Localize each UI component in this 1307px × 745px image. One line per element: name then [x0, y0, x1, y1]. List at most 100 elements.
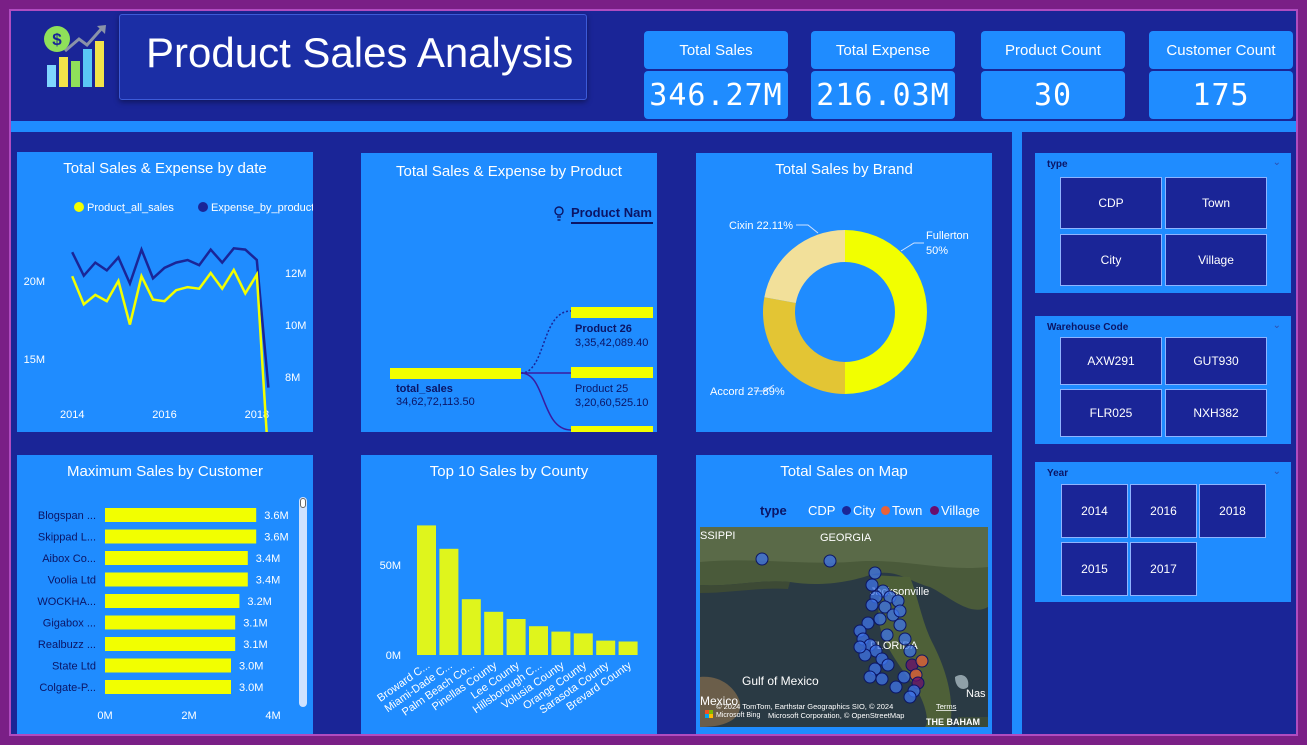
page-title: Product Sales Analysis — [146, 29, 574, 76]
decomposition-tree: Product Nam total_sales 34,62,72,113.50 … — [390, 205, 653, 432]
map-label-gulf: Gulf of Mexico — [742, 674, 819, 688]
bar — [417, 525, 436, 655]
card-top-county[interactable]: Top 10 Sales by County 0M 50M Broward C...… — [361, 455, 657, 734]
slicer-tile[interactable]: 2015 — [1061, 542, 1128, 596]
bar — [105, 680, 231, 694]
map-terms-link: Terms — [936, 702, 957, 711]
bar — [105, 508, 257, 522]
slicer-divider — [1012, 132, 1022, 734]
bar — [506, 619, 526, 655]
lightbulb-icon — [554, 206, 564, 221]
bar — [484, 611, 504, 655]
donut-chart: Fullerton 50% Accord 27.89% Cixin 22.11% — [710, 220, 969, 398]
y-tick-label: 50M — [380, 560, 401, 572]
y-tick-label: 15M — [24, 354, 45, 366]
node-bar — [571, 426, 653, 432]
slicer-tile[interactable]: 2016 — [1130, 484, 1197, 538]
legend-cdp: CDP — [808, 503, 836, 518]
slicer-tile[interactable]: CDP — [1060, 177, 1162, 229]
donut-slice — [763, 297, 845, 394]
bar-value-label: 3.0M — [239, 682, 263, 694]
bar — [461, 599, 481, 655]
card-sales-map[interactable]: Total Sales on Map type CDP City Town Vi… — [696, 455, 992, 734]
slicer-tile[interactable]: FLR025 — [1060, 389, 1162, 437]
kpi-value: 216.03M — [811, 71, 955, 119]
card-sales-expense-date[interactable]: Total Sales & Expense by date Product_al… — [17, 152, 313, 432]
slicer-type: type ⌄ CDP Town City Village — [1035, 153, 1291, 293]
card-sales-expense-product[interactable]: Total Sales & Expense by Product Product… — [361, 153, 657, 432]
map-point — [875, 672, 889, 686]
tree-link — [520, 310, 572, 374]
map-label-mississippi: SSIPPI — [700, 530, 735, 542]
kpi-total-sales: Total Sales 346.27M — [644, 31, 788, 119]
bing-logo-icon — [705, 710, 713, 718]
slicer-tile[interactable]: Village — [1165, 234, 1267, 286]
legend-marker — [74, 202, 84, 212]
bar — [105, 551, 248, 565]
map-point — [865, 578, 879, 592]
chevron-down-icon[interactable]: ⌄ — [1273, 466, 1281, 477]
bar-value-label: 3.6M — [264, 532, 288, 544]
satellite-map[interactable]: SSIPPI GEORGIA Jacksonville FLORIDA Gulf… — [700, 527, 988, 727]
map-label-georgia: GEORGIA — [820, 532, 872, 544]
slicer-tile[interactable]: 2014 — [1061, 484, 1128, 538]
slicer-tile[interactable]: Town — [1165, 177, 1267, 229]
category-label: Blogspan ... — [38, 510, 96, 522]
card-sales-by-brand[interactable]: Total Sales by Brand Fullerton 50% Accord … — [696, 153, 992, 432]
bar-value-label: 3.4M — [256, 575, 280, 587]
slicer-tile[interactable]: 2018 — [1199, 484, 1266, 538]
kpi-label: Customer Count — [1149, 31, 1293, 69]
customer-bar-chart: Blogspan ... 3.6M Skippad L... 3.6M Aibox Co… — [37, 508, 289, 722]
card-max-sales-customer[interactable]: Maximum Sales by Customer Blogspan ... 3.… — [17, 455, 313, 734]
slicer-tile[interactable]: GUT930 — [1165, 337, 1267, 385]
legend-town-dot — [881, 506, 890, 515]
category-label: Aibox Co... — [42, 553, 96, 565]
y-tick-label: 8M — [285, 372, 300, 384]
root-label: total_sales — [396, 383, 453, 395]
slicer-tile[interactable]: 2017 — [1130, 542, 1197, 596]
node-value: 3,20,60,525.10 — [575, 397, 648, 409]
slicer-tile[interactable]: AXW291 — [1060, 337, 1162, 385]
slicer-warehouse-code: Warehouse Code ⌄ AXW291 GUT930 FLR025 NX… — [1035, 316, 1291, 444]
map-point — [893, 604, 907, 618]
bar-value-label: 3.2M — [247, 596, 271, 608]
sales-growth-icon: $ — [39, 23, 111, 93]
chevron-down-icon[interactable]: ⌄ — [1273, 320, 1281, 331]
legend-city-dot — [842, 506, 851, 515]
kpi-product-count: Product Count 30 — [981, 31, 1125, 119]
bar — [105, 594, 240, 608]
slicer-tile[interactable]: City — [1060, 234, 1162, 286]
legend-village: Village — [941, 503, 980, 518]
scrollbar-thumb[interactable] — [300, 498, 306, 508]
slicer-title: Year — [1047, 468, 1069, 479]
category-label: Realbuzz ... — [38, 639, 96, 651]
bar — [105, 529, 257, 544]
slicer-tile[interactable]: NXH382 — [1165, 389, 1267, 437]
node-label: Product 26 — [575, 323, 632, 335]
bar — [105, 615, 236, 630]
chevron-down-icon[interactable]: ⌄ — [1273, 157, 1281, 168]
line-chart: Product_all_sales Expense_by_product 15M 20… — [24, 202, 313, 432]
legend-village-dot — [930, 506, 939, 515]
bar — [439, 548, 459, 655]
kpi-value: 30 — [981, 71, 1125, 119]
map-point — [865, 598, 879, 612]
drill-level-label: Product Nam — [571, 205, 652, 220]
kpi-customer-count: Customer Count 175 — [1149, 31, 1293, 119]
map-point — [897, 670, 911, 684]
map-point — [893, 618, 907, 632]
donut-label: Cixin 22.11% — [729, 220, 793, 232]
slicer-title: type — [1047, 159, 1068, 170]
map-bing-label: Microsoft Bing — [716, 712, 760, 719]
category-label: Colgate-P... — [39, 682, 96, 694]
map-point — [853, 640, 867, 654]
map-attribution-2: Microsoft Corporation, © OpenStreetMap — [768, 711, 904, 720]
scrollbar-track[interactable] — [299, 497, 307, 707]
series-line — [71, 246, 270, 388]
kpi-label: Total Sales — [644, 31, 788, 69]
map-point — [868, 566, 882, 580]
node-bar — [571, 307, 653, 318]
bar — [105, 572, 248, 587]
map-point — [881, 658, 895, 672]
bar — [551, 631, 571, 655]
